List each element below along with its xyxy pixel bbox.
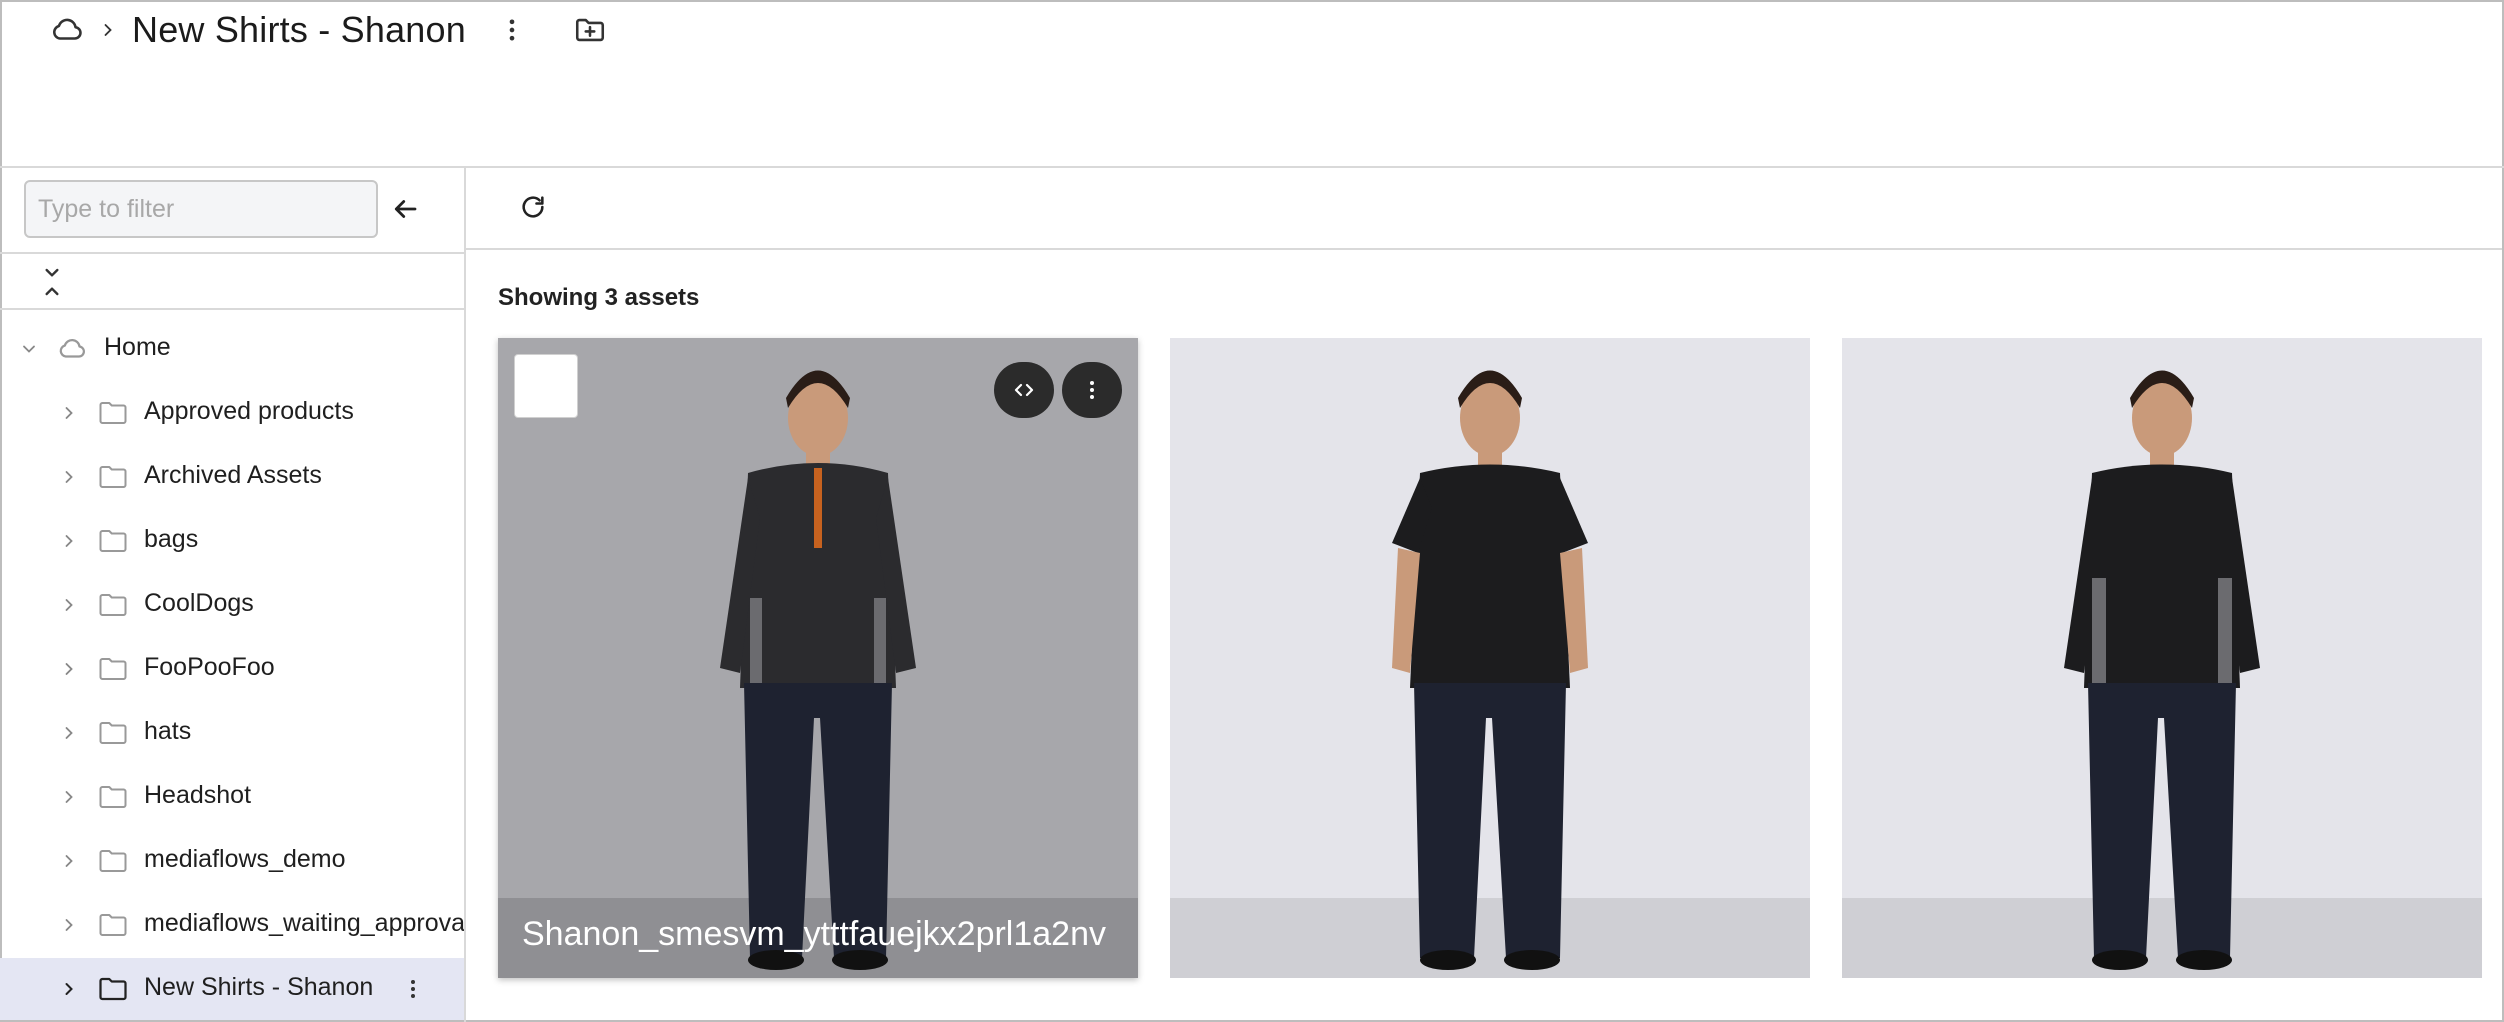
more-vertical-icon[interactable] (494, 12, 530, 48)
chevron-right-icon[interactable] (56, 400, 82, 426)
cloud-icon (56, 334, 88, 364)
chevron-right-icon[interactable] (56, 720, 82, 746)
tree-item-bags[interactable]: bags (0, 510, 464, 572)
tree-item-mediaflows-demo[interactable]: mediaflows_demo (0, 830, 464, 892)
asset-card[interactable] (1842, 338, 2482, 978)
collapse-row (0, 252, 464, 310)
asset-thumbnail (498, 338, 1138, 978)
tree-item-cooldogs[interactable]: CoolDogs (0, 574, 464, 636)
more-vertical-icon[interactable] (398, 974, 428, 1004)
select-checkbox[interactable] (514, 354, 578, 418)
new-folder-icon[interactable] (570, 10, 610, 50)
toolbar (466, 168, 2502, 250)
asset-card[interactable]: Shanon_smesvm_ytttfauejkx2prl1a2nv (498, 338, 1138, 978)
tree-item-label: mediaflows_demo (144, 845, 346, 873)
tree-item-foopoofoo[interactable]: FooPooFoo (0, 638, 464, 700)
folder-icon (96, 654, 130, 684)
arrow-left-icon[interactable] (386, 190, 424, 228)
filter-row (0, 168, 464, 252)
asset-thumbnail (1170, 338, 1810, 978)
tree-item-label: Headshot (144, 781, 252, 809)
folder-icon (96, 718, 130, 748)
asset-panel: Showing 3 assets Shanon_smesvm_ytttfauej… (466, 168, 2504, 1022)
chevron-right-icon[interactable] (56, 592, 82, 618)
tree-item-label: Home (104, 333, 171, 361)
tree-item-label: New Shirts - Shanon (144, 973, 374, 1001)
folder-sidebar: Home Approved products Archived Assets b… (0, 168, 466, 1022)
asset-name: Shanon_smesvm_ytttfauejkx2prl1a2nv (522, 915, 1106, 953)
tree-item-headshot[interactable]: Headshot (0, 766, 464, 828)
cloud-icon[interactable] (48, 11, 86, 49)
tree-item-new-shirts-shanon[interactable]: New Shirts - Shanon (0, 958, 464, 1020)
page-title: New Shirts - Shanon (132, 9, 466, 50)
tree-item-label: mediaflows_waiting_approval (144, 909, 464, 937)
tree-item-label: bags (144, 525, 199, 553)
tree-item-label: FooPooFoo (144, 653, 275, 681)
tree-item-approved-products[interactable]: Approved products (0, 382, 464, 444)
chevron-right-icon[interactable] (56, 464, 82, 490)
tree-item-hats[interactable]: hats (0, 702, 464, 764)
folder-icon (96, 526, 130, 556)
folder-icon (96, 974, 130, 1004)
tree-item-label: Archived Assets (144, 461, 322, 489)
refresh-icon[interactable] (516, 190, 550, 224)
folder-icon (96, 782, 130, 812)
chevron-right-icon[interactable] (56, 848, 82, 874)
chevron-right-icon[interactable] (56, 784, 82, 810)
folder-icon (96, 910, 130, 940)
folder-icon (96, 462, 130, 492)
tree-item-archived-assets[interactable]: Archived Assets (0, 446, 464, 508)
chevron-right-icon[interactable] (56, 976, 82, 1002)
breadcrumb: New Shirts - Shanon (48, 6, 610, 54)
collapse-all-icon[interactable] (36, 264, 68, 300)
chevron-right-icon[interactable] (56, 528, 82, 554)
chevron-right-icon (94, 16, 122, 44)
folder-icon (96, 590, 130, 620)
folder-icon (96, 398, 130, 428)
more-vertical-icon[interactable] (1062, 362, 1122, 418)
tree-item-home[interactable]: Home (0, 318, 464, 380)
asset-count: Showing 3 assets (498, 284, 700, 311)
tree-item-label: Approved products (144, 397, 354, 425)
filter-input[interactable] (24, 180, 378, 238)
chevron-down-icon[interactable] (16, 336, 42, 362)
chevron-right-icon[interactable] (56, 656, 82, 682)
header: New Shirts - Shanon (0, 0, 2504, 168)
tree-item-mediaflows-waiting-approval[interactable]: mediaflows_waiting_approval (0, 894, 464, 956)
tree-item-label: CoolDogs (144, 589, 254, 617)
tree-item-label: hats (144, 717, 192, 745)
code-icon[interactable] (994, 362, 1054, 418)
asset-thumbnail (1842, 338, 2482, 978)
chevron-right-icon[interactable] (56, 912, 82, 938)
asset-card[interactable] (1170, 338, 1810, 978)
folder-icon (96, 846, 130, 876)
